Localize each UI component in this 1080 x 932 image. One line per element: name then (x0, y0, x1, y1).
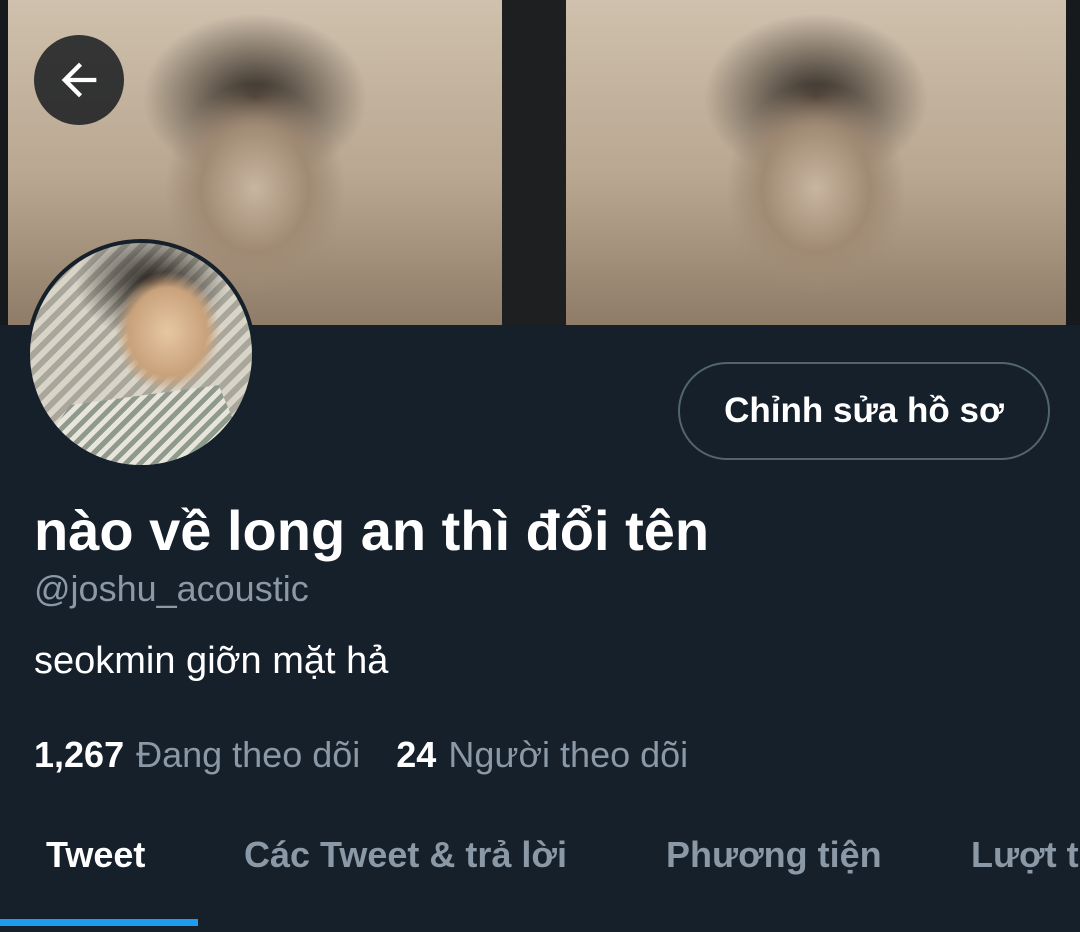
banner-divider (502, 0, 566, 325)
followers-count: 24 (396, 734, 437, 775)
tab-likes[interactable]: Lượt thích (971, 834, 1080, 876)
banner-photo-right (566, 0, 1066, 325)
user-handle: @joshu_acoustic (34, 568, 309, 609)
profile-bio: seokmin giỡn mặt hả (34, 640, 389, 682)
tab-tweets-and-replies[interactable]: Các Tweet & trả lời (244, 834, 567, 876)
following-count: 1,267 (34, 734, 125, 775)
tab-media[interactable]: Phương tiện (666, 834, 882, 876)
following-stat[interactable]: 1,267 Đang theo dõi (34, 734, 360, 776)
back-button[interactable] (34, 35, 124, 125)
active-tab-indicator (0, 919, 198, 926)
arrow-left-icon (61, 62, 97, 98)
following-label: Đang theo dõi (136, 734, 361, 775)
edit-profile-button[interactable]: Chỉnh sửa hồ sơ (678, 362, 1050, 460)
follow-stats: 1,267 Đang theo dõi 24 Người theo dõi (34, 734, 688, 776)
display-name: nào về long an thì đổi tên (34, 499, 710, 562)
followers-stat[interactable]: 24 Người theo dõi (396, 734, 688, 776)
avatar-image (30, 243, 252, 465)
profile-tabs: Tweet Các Tweet & trả lời Phương tiện Lư… (0, 812, 1080, 932)
followers-label: Người theo dõi (448, 734, 689, 775)
tab-tweets[interactable]: Tweet (46, 834, 145, 876)
profile-avatar[interactable] (26, 239, 256, 469)
